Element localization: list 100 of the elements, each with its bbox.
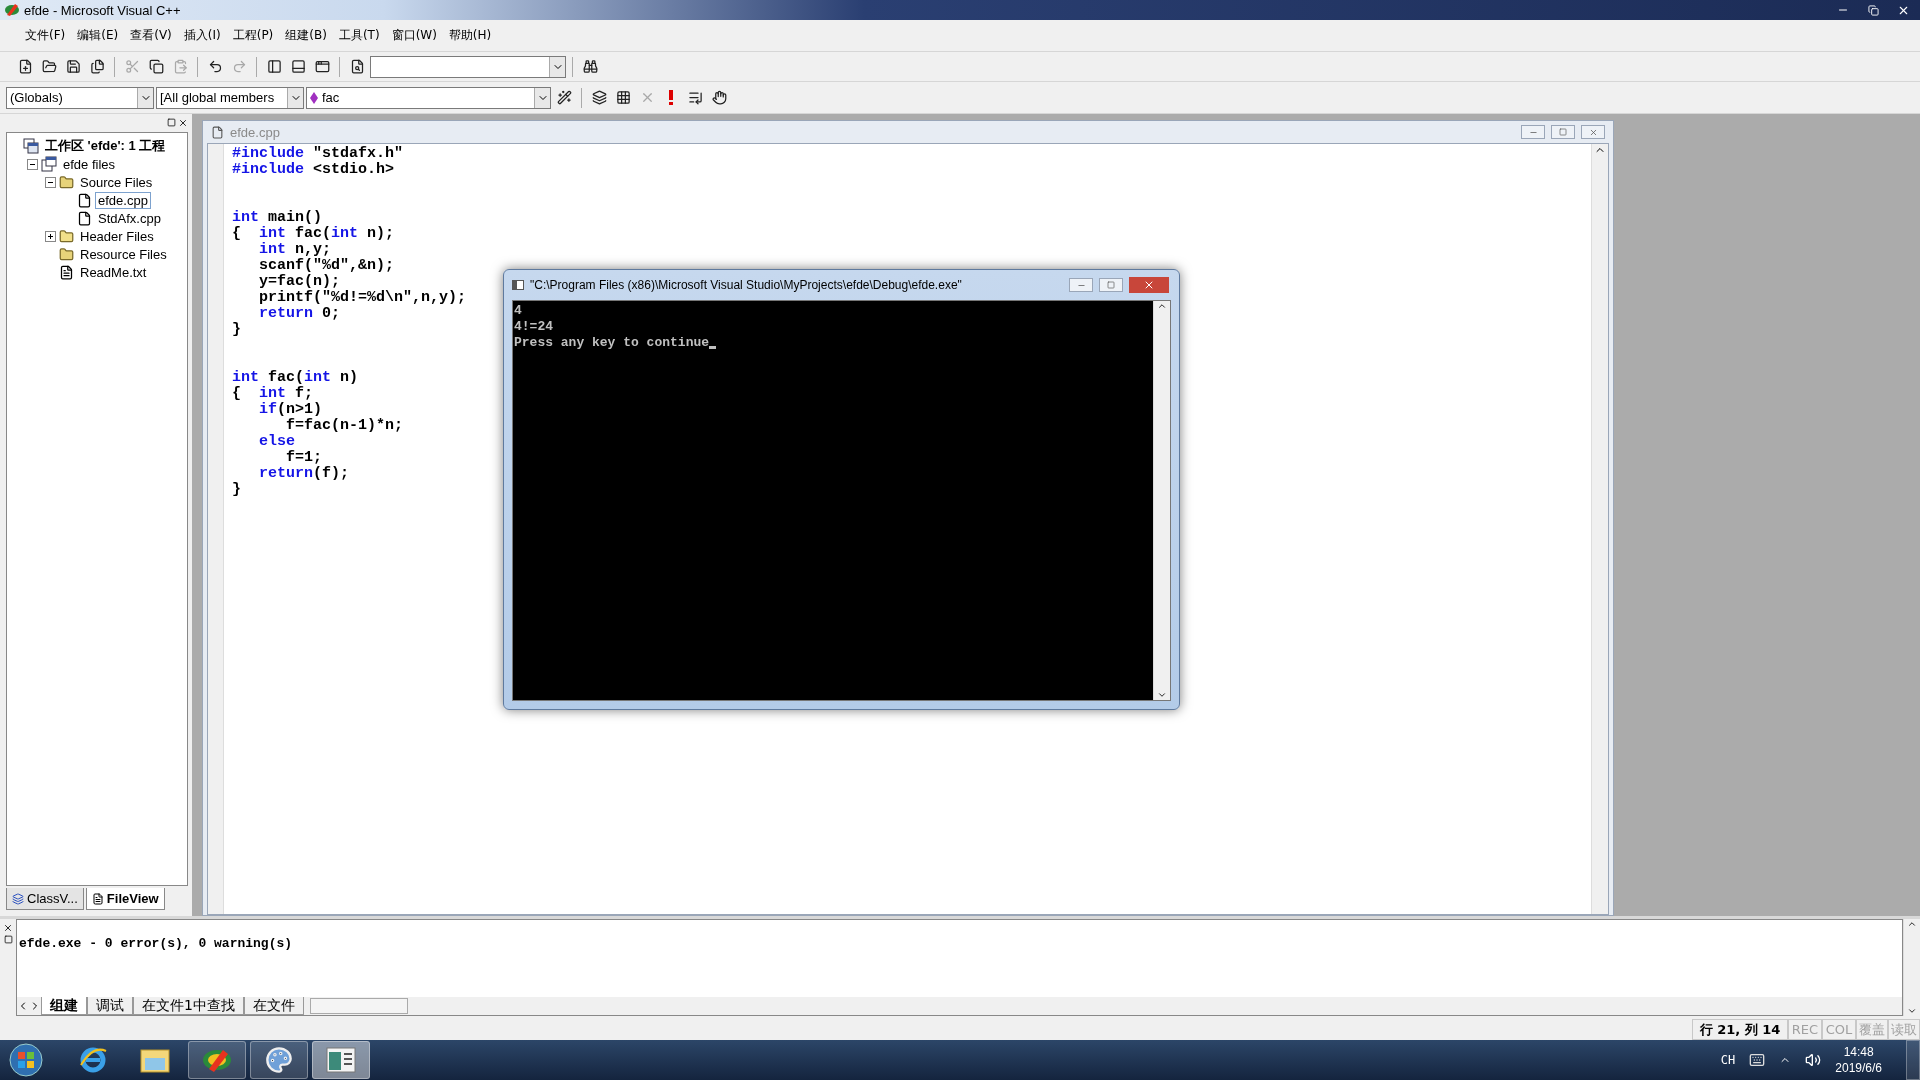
menu-item[interactable]: 帮助(H): [443, 25, 497, 46]
open-folder-icon: [59, 174, 74, 190]
text-file-icon: [59, 264, 74, 280]
find-combo[interactable]: [370, 55, 566, 78]
palette-icon: [265, 1046, 293, 1074]
tree-item[interactable]: efde files: [60, 155, 119, 173]
panel-bottom-icon: [290, 59, 306, 74]
tree-item[interactable]: efde.cpp: [95, 191, 151, 209]
menu-item[interactable]: 工程(P): [227, 25, 279, 46]
layers-icon: [591, 90, 607, 105]
output-tab[interactable]: 在文件: [243, 997, 304, 1015]
list-arrow-icon: [687, 90, 703, 105]
taskbar-app-button[interactable]: [312, 1041, 370, 1079]
code-line: if(n>1): [258, 402, 323, 418]
globe-swirl-icon: [78, 1045, 108, 1075]
code-line: { int f;: [232, 386, 314, 402]
code-line: scanf("%d",&n);: [258, 258, 395, 274]
scroll-up-icon[interactable]: [1157, 301, 1167, 311]
speaker-icon[interactable]: [1805, 1052, 1822, 1068]
horizontal-scrollbar[interactable]: [309, 998, 408, 1014]
menu-item[interactable]: 组建(B): [280, 25, 332, 46]
menu-item[interactable]: 工具(T): [333, 25, 385, 46]
close-icon[interactable]: [3, 923, 13, 933]
collapse-icon[interactable]: [27, 158, 38, 170]
file-icon: [77, 210, 92, 226]
close-icon: [1588, 127, 1598, 137]
restore-icon: [1867, 4, 1879, 16]
scissors-icon: [124, 59, 140, 74]
code-line: { int fac(int n);: [232, 226, 395, 242]
maximize-icon: [1107, 281, 1115, 289]
scroll-down-icon[interactable]: [1157, 690, 1167, 700]
dock-icon[interactable]: [167, 118, 176, 127]
code-line: return(f);: [258, 466, 350, 482]
code-line: printf("%d!=%d\n",n,y);: [258, 290, 467, 306]
hand-icon: [711, 90, 727, 105]
file-icon: [91, 892, 104, 905]
redo-icon: [231, 59, 247, 74]
scroll-up-icon[interactable]: [1907, 919, 1917, 929]
windows-icon: [41, 156, 57, 172]
file-search-icon: [349, 59, 365, 74]
console-title: "C:\Program Files (x86)\Microsoft Visual Studio\MyProjects\efde\Debug\efde.exe": [530, 278, 963, 292]
tree-item[interactable]: 工作区 'efde': 1 工程: [42, 136, 169, 156]
dock-icon[interactable]: [3, 935, 13, 944]
wand-icon: [556, 90, 572, 105]
exclamation-icon: [668, 90, 674, 105]
menu-item[interactable]: 编辑(E): [72, 25, 124, 46]
close-icon: [1143, 279, 1155, 291]
code-line: int main(): [232, 210, 323, 226]
console-icon: [512, 280, 524, 290]
expand-icon[interactable]: [45, 230, 56, 242]
code-line: }: [232, 482, 241, 498]
window-icon: [314, 59, 330, 74]
tree-item[interactable]: ReadMe.txt: [77, 263, 150, 281]
close-icon[interactable]: [178, 118, 188, 128]
status-indicator: 读取: [1888, 1019, 1920, 1040]
start-orb-icon: [9, 1043, 43, 1077]
app-logo-icon: [201, 1047, 233, 1073]
keyboard-icon[interactable]: [1749, 1052, 1766, 1068]
output-tab[interactable]: 组建: [41, 997, 87, 1015]
function-combo[interactable]: fac: [306, 86, 551, 109]
console-line: Press any key to continue: [514, 335, 717, 351]
panel-tab[interactable]: ClassV...: [6, 888, 84, 910]
taskbar-app-button[interactable]: [250, 1041, 308, 1079]
folder-icon: [139, 1046, 171, 1074]
output-tab[interactable]: 调试: [87, 997, 133, 1015]
code-line: }: [232, 322, 241, 338]
menu-item[interactable]: 插入(I): [178, 25, 226, 46]
code-line: y=fac(n);: [258, 274, 341, 290]
show-desktop-button[interactable]: [1906, 1040, 1920, 1080]
tree-item[interactable]: StdAfx.cpp: [95, 209, 164, 227]
output-tab[interactable]: 在文件1中查找: [133, 997, 244, 1015]
tree-item[interactable]: Header Files: [77, 227, 157, 245]
panel-left-icon: [266, 59, 282, 74]
code-line: #include "stdafx.h": [232, 146, 404, 162]
scroll-down-icon[interactable]: [1907, 1006, 1917, 1016]
collapse-icon[interactable]: [45, 176, 56, 188]
members-combo[interactable]: [All global members: [156, 86, 304, 109]
class-combo[interactable]: (Globals): [6, 86, 154, 109]
tree-item[interactable]: Source Files: [77, 173, 156, 191]
app-logo-icon: [4, 3, 20, 17]
grid-icon: [615, 90, 631, 105]
code-line: f=1;: [285, 450, 322, 466]
console-line: 4: [514, 303, 522, 319]
binoculars-icon: [582, 59, 598, 74]
code-line: f=fac(n-1)*n;: [285, 418, 404, 434]
menu-item[interactable]: 文件(F): [20, 25, 71, 46]
clock[interactable]: 14:48 2019/6/6: [1835, 1044, 1882, 1076]
taskbar-app-button[interactable]: [188, 1041, 246, 1079]
tree-item[interactable]: Resource Files: [77, 245, 170, 263]
window-title: efde - Microsoft Visual C++: [24, 2, 182, 18]
menu-item[interactable]: 查看(V): [125, 25, 177, 46]
files-icon: [89, 59, 105, 74]
language-indicator[interactable]: CH: [1720, 1053, 1736, 1067]
status-indicator: 覆盖: [1856, 1019, 1888, 1040]
open-folder-icon: [59, 246, 74, 262]
menu-item[interactable]: 窗口(W): [386, 25, 442, 46]
file-icon: [77, 192, 92, 208]
diamond-icon: [310, 91, 318, 104]
status-indicator: COL: [1822, 1019, 1856, 1040]
panel-tab[interactable]: FileView: [85, 888, 165, 910]
